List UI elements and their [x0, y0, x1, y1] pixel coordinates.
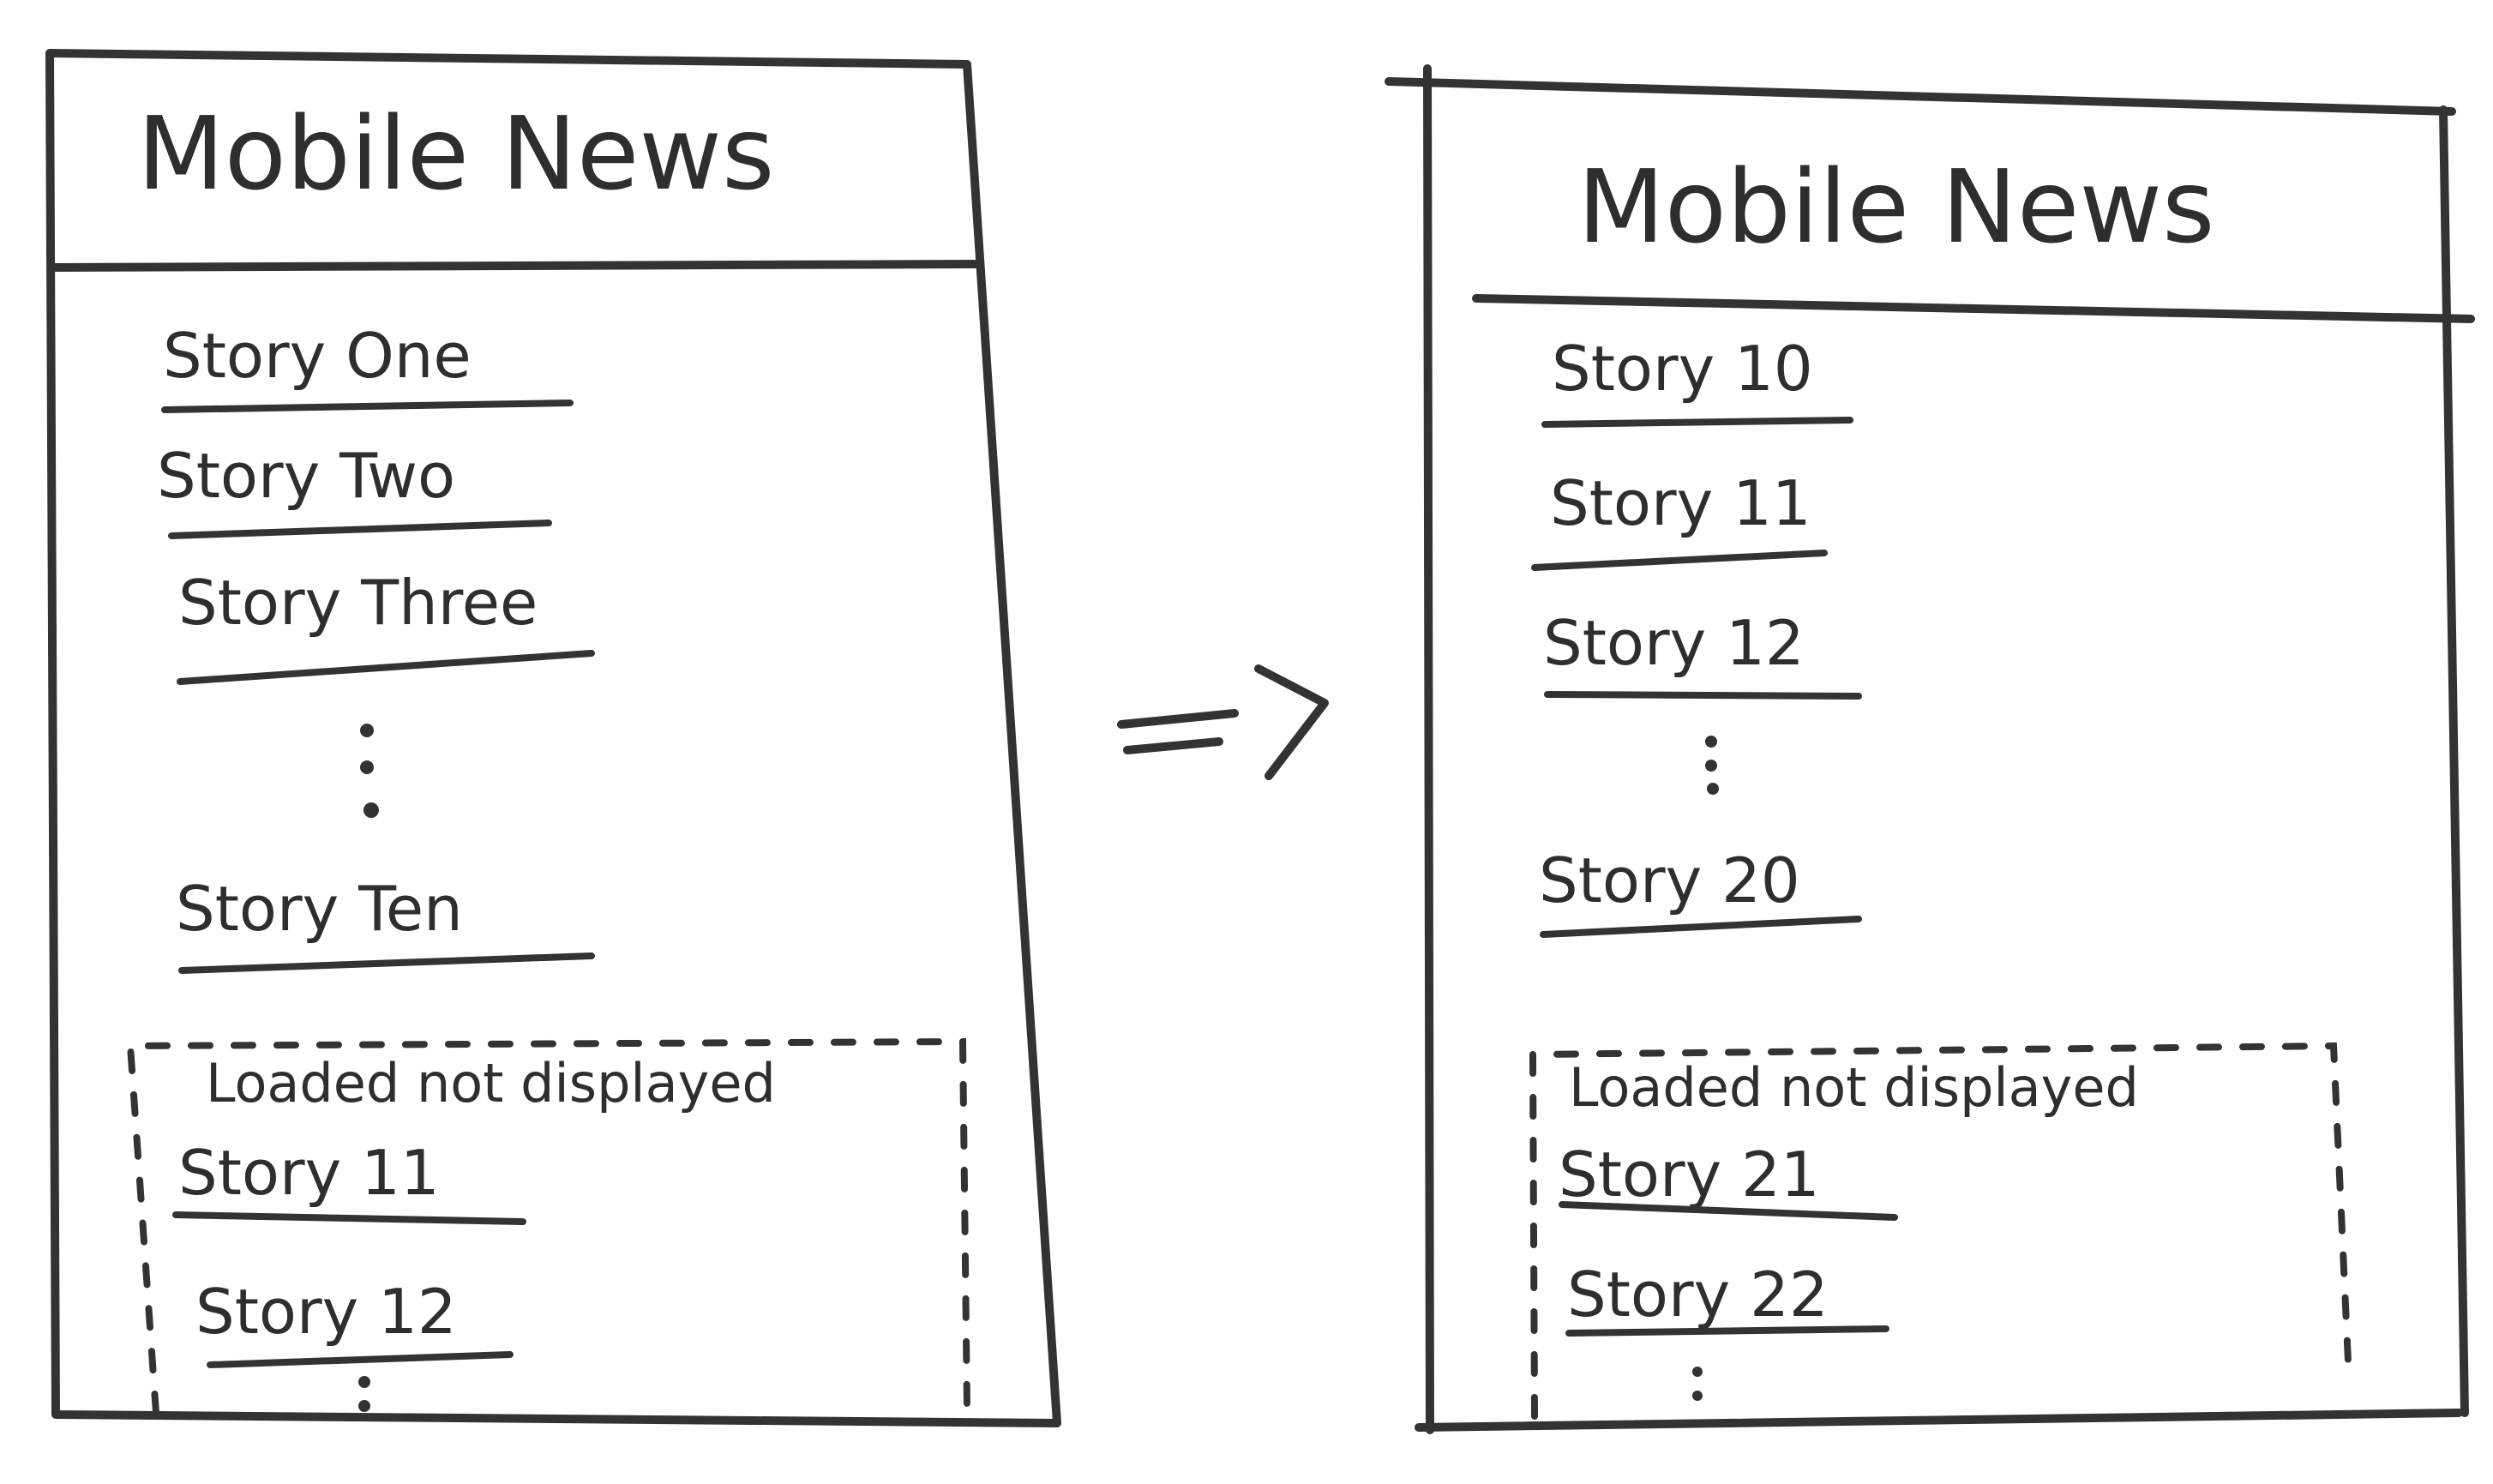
right-story-2: Story 11 [1550, 467, 1811, 539]
right-buffered-story-1: Story 21 [1559, 1139, 1820, 1211]
right-story-2-underline [1531, 550, 1828, 571]
right-phone: Mobile News Story 10 Story 11 Story 12 S… [1385, 64, 2475, 1434]
left-buffer-label: Loaded not displayed [206, 1052, 776, 1115]
right-story-4: Story 20 [1539, 844, 1800, 916]
transition-arrow: => [1117, 664, 1329, 780]
left-story-3: Story Three [178, 567, 538, 639]
left-story-2: Story Two [157, 440, 455, 512]
left-ellipsis [360, 724, 379, 818]
right-phone-frame-bottom [1415, 1409, 2463, 1432]
right-phone-title: Mobile News [1577, 147, 2214, 266]
left-story-2-underline [168, 520, 552, 539]
right-ellipsis [1705, 736, 1719, 795]
right-phone-frame-top [1385, 77, 2456, 116]
right-phone-frame [1423, 64, 1434, 1434]
left-buffered-story-2-underline [207, 1351, 514, 1368]
left-buffered-story-1-underline [172, 1211, 526, 1225]
left-phone: Mobile News Story One Story Two Story Th… [45, 49, 1061, 1427]
right-phone-frame-right [2439, 105, 2469, 1417]
left-story-3-underline [177, 650, 595, 685]
left-story-4-underline [178, 952, 595, 974]
right-story-3-underline [1544, 691, 1862, 700]
right-story-1: Story 10 [1552, 333, 1813, 405]
left-story-1-underline [161, 400, 574, 413]
right-story-4-underline [1540, 916, 1862, 938]
left-phone-title: Mobile News [137, 94, 774, 213]
right-phone-header-divider [1472, 294, 2475, 323]
left-buffered-story-2: Story 12 [195, 1276, 457, 1348]
left-story-1: Story One [163, 320, 472, 392]
left-buffer-ellipsis [358, 1376, 370, 1412]
right-story-3: Story 12 [1543, 607, 1805, 679]
left-buffered-story-1: Story 11 [178, 1137, 440, 1209]
right-buffered-story-2: Story 22 [1567, 1259, 1829, 1331]
left-story-4: Story Ten [176, 873, 463, 945]
right-story-1-underline [1541, 417, 1853, 428]
sketch-canvas: Mobile News Story One Story Two Story Th… [45, 49, 2475, 1434]
right-buffered-story-2-underline [1565, 1325, 1889, 1337]
left-phone-header-divider [47, 260, 980, 272]
right-buffer-label: Loaded not displayed [1569, 1056, 2139, 1119]
right-buffer-ellipsis [1692, 1367, 1703, 1401]
